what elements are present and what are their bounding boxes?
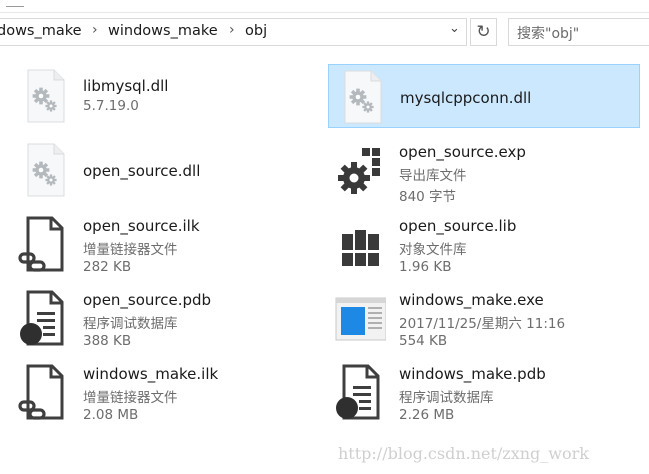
file-name: windows_make.ilk xyxy=(83,365,219,383)
file-name: mysqlcppconn.dll xyxy=(400,89,532,107)
file-name: open_source.exp xyxy=(399,143,526,161)
file-version: 5.7.19.0 xyxy=(83,98,139,114)
file-name: open_source.lib xyxy=(399,217,517,235)
title-strip-mark xyxy=(6,0,24,7)
file-size: 1.96 KB xyxy=(399,259,452,275)
breadcrumb-windows-make[interactable]: windows_make xyxy=(108,23,218,39)
file-item-windows-make-ilk[interactable]: windows_make.ilk 增量链接器文件 2.08 MB xyxy=(12,360,324,424)
address-bar[interactable]: dows_make › windows_make › obj ⌄ xyxy=(0,18,467,46)
exp-gear-icon xyxy=(338,148,380,194)
pdb-icon xyxy=(18,290,64,346)
file-modified-date: 2017/11/25/星期六 11:16 xyxy=(399,316,566,332)
file-type: 导出库文件 xyxy=(399,168,467,184)
file-item-open-source-ilk[interactable]: open_source.ilk 增量链接器文件 282 KB xyxy=(12,212,324,276)
breadcrumb-dows-make[interactable]: dows_make xyxy=(0,23,82,39)
dll-gear-icon xyxy=(18,142,70,198)
search-input[interactable]: 搜索"obj" xyxy=(508,18,649,46)
pdb-icon xyxy=(334,364,380,420)
file-item-windows-make-pdb[interactable]: windows_make.pdb 程序调试数据库 2.26 MB xyxy=(328,360,640,424)
file-size: 2.26 MB xyxy=(399,407,455,423)
ilk-chain-icon xyxy=(18,364,64,420)
file-type: 增量链接器文件 xyxy=(83,390,178,406)
file-type: 程序调试数据库 xyxy=(399,390,494,406)
file-size: 554 KB xyxy=(399,333,448,349)
file-size: 2.08 MB xyxy=(83,407,139,423)
file-name: open_source.dll xyxy=(83,162,201,180)
file-name: windows_make.pdb xyxy=(399,365,546,383)
watermark: http://blog.csdn.net/zxng_work xyxy=(338,444,589,463)
file-type: 程序调试数据库 xyxy=(83,316,178,332)
chevron-down-icon[interactable]: ⌄ xyxy=(449,21,460,36)
file-size: 840 字节 xyxy=(399,189,457,205)
file-type: 对象文件库 xyxy=(399,242,467,258)
refresh-icon[interactable]: ↻ xyxy=(470,18,497,46)
exe-window-icon xyxy=(335,297,386,341)
file-size: 282 KB xyxy=(83,259,132,275)
file-item-open-source-exp[interactable]: open_source.exp 导出库文件 840 字节 xyxy=(328,138,640,205)
file-type: 增量链接器文件 xyxy=(83,242,178,258)
breadcrumb-chevron-icon[interactable]: › xyxy=(92,22,98,38)
file-item-open-source-lib[interactable]: open_source.lib 对象文件库 1.96 KB xyxy=(328,212,640,276)
breadcrumb-chevron-icon[interactable]: › xyxy=(229,22,235,38)
ilk-chain-icon xyxy=(18,216,64,272)
file-name: open_source.pdb xyxy=(83,291,212,309)
file-item-open-source-dll[interactable]: open_source.dll xyxy=(12,138,324,202)
file-name: windows_make.exe xyxy=(399,291,544,309)
dll-gear-icon xyxy=(18,68,70,124)
file-item-mysqlcppconn-dll[interactable]: mysqlcppconn.dll xyxy=(328,64,640,128)
title-strip xyxy=(0,0,649,13)
dll-gear-icon xyxy=(335,69,387,125)
file-size: 388 KB xyxy=(83,333,132,349)
breadcrumb-obj[interactable]: obj xyxy=(245,23,267,39)
file-item-libmysql-dll[interactable]: libmysql.dll 5.7.19.0 xyxy=(12,64,324,128)
file-name: libmysql.dll xyxy=(83,77,169,95)
file-item-open-source-pdb[interactable]: open_source.pdb 程序调试数据库 388 KB xyxy=(12,286,324,350)
file-item-windows-make-exe[interactable]: windows_make.exe 2017/11/25/星期六 11:16 55… xyxy=(328,286,640,350)
file-name: open_source.ilk xyxy=(83,217,200,235)
lib-books-icon xyxy=(342,230,379,266)
